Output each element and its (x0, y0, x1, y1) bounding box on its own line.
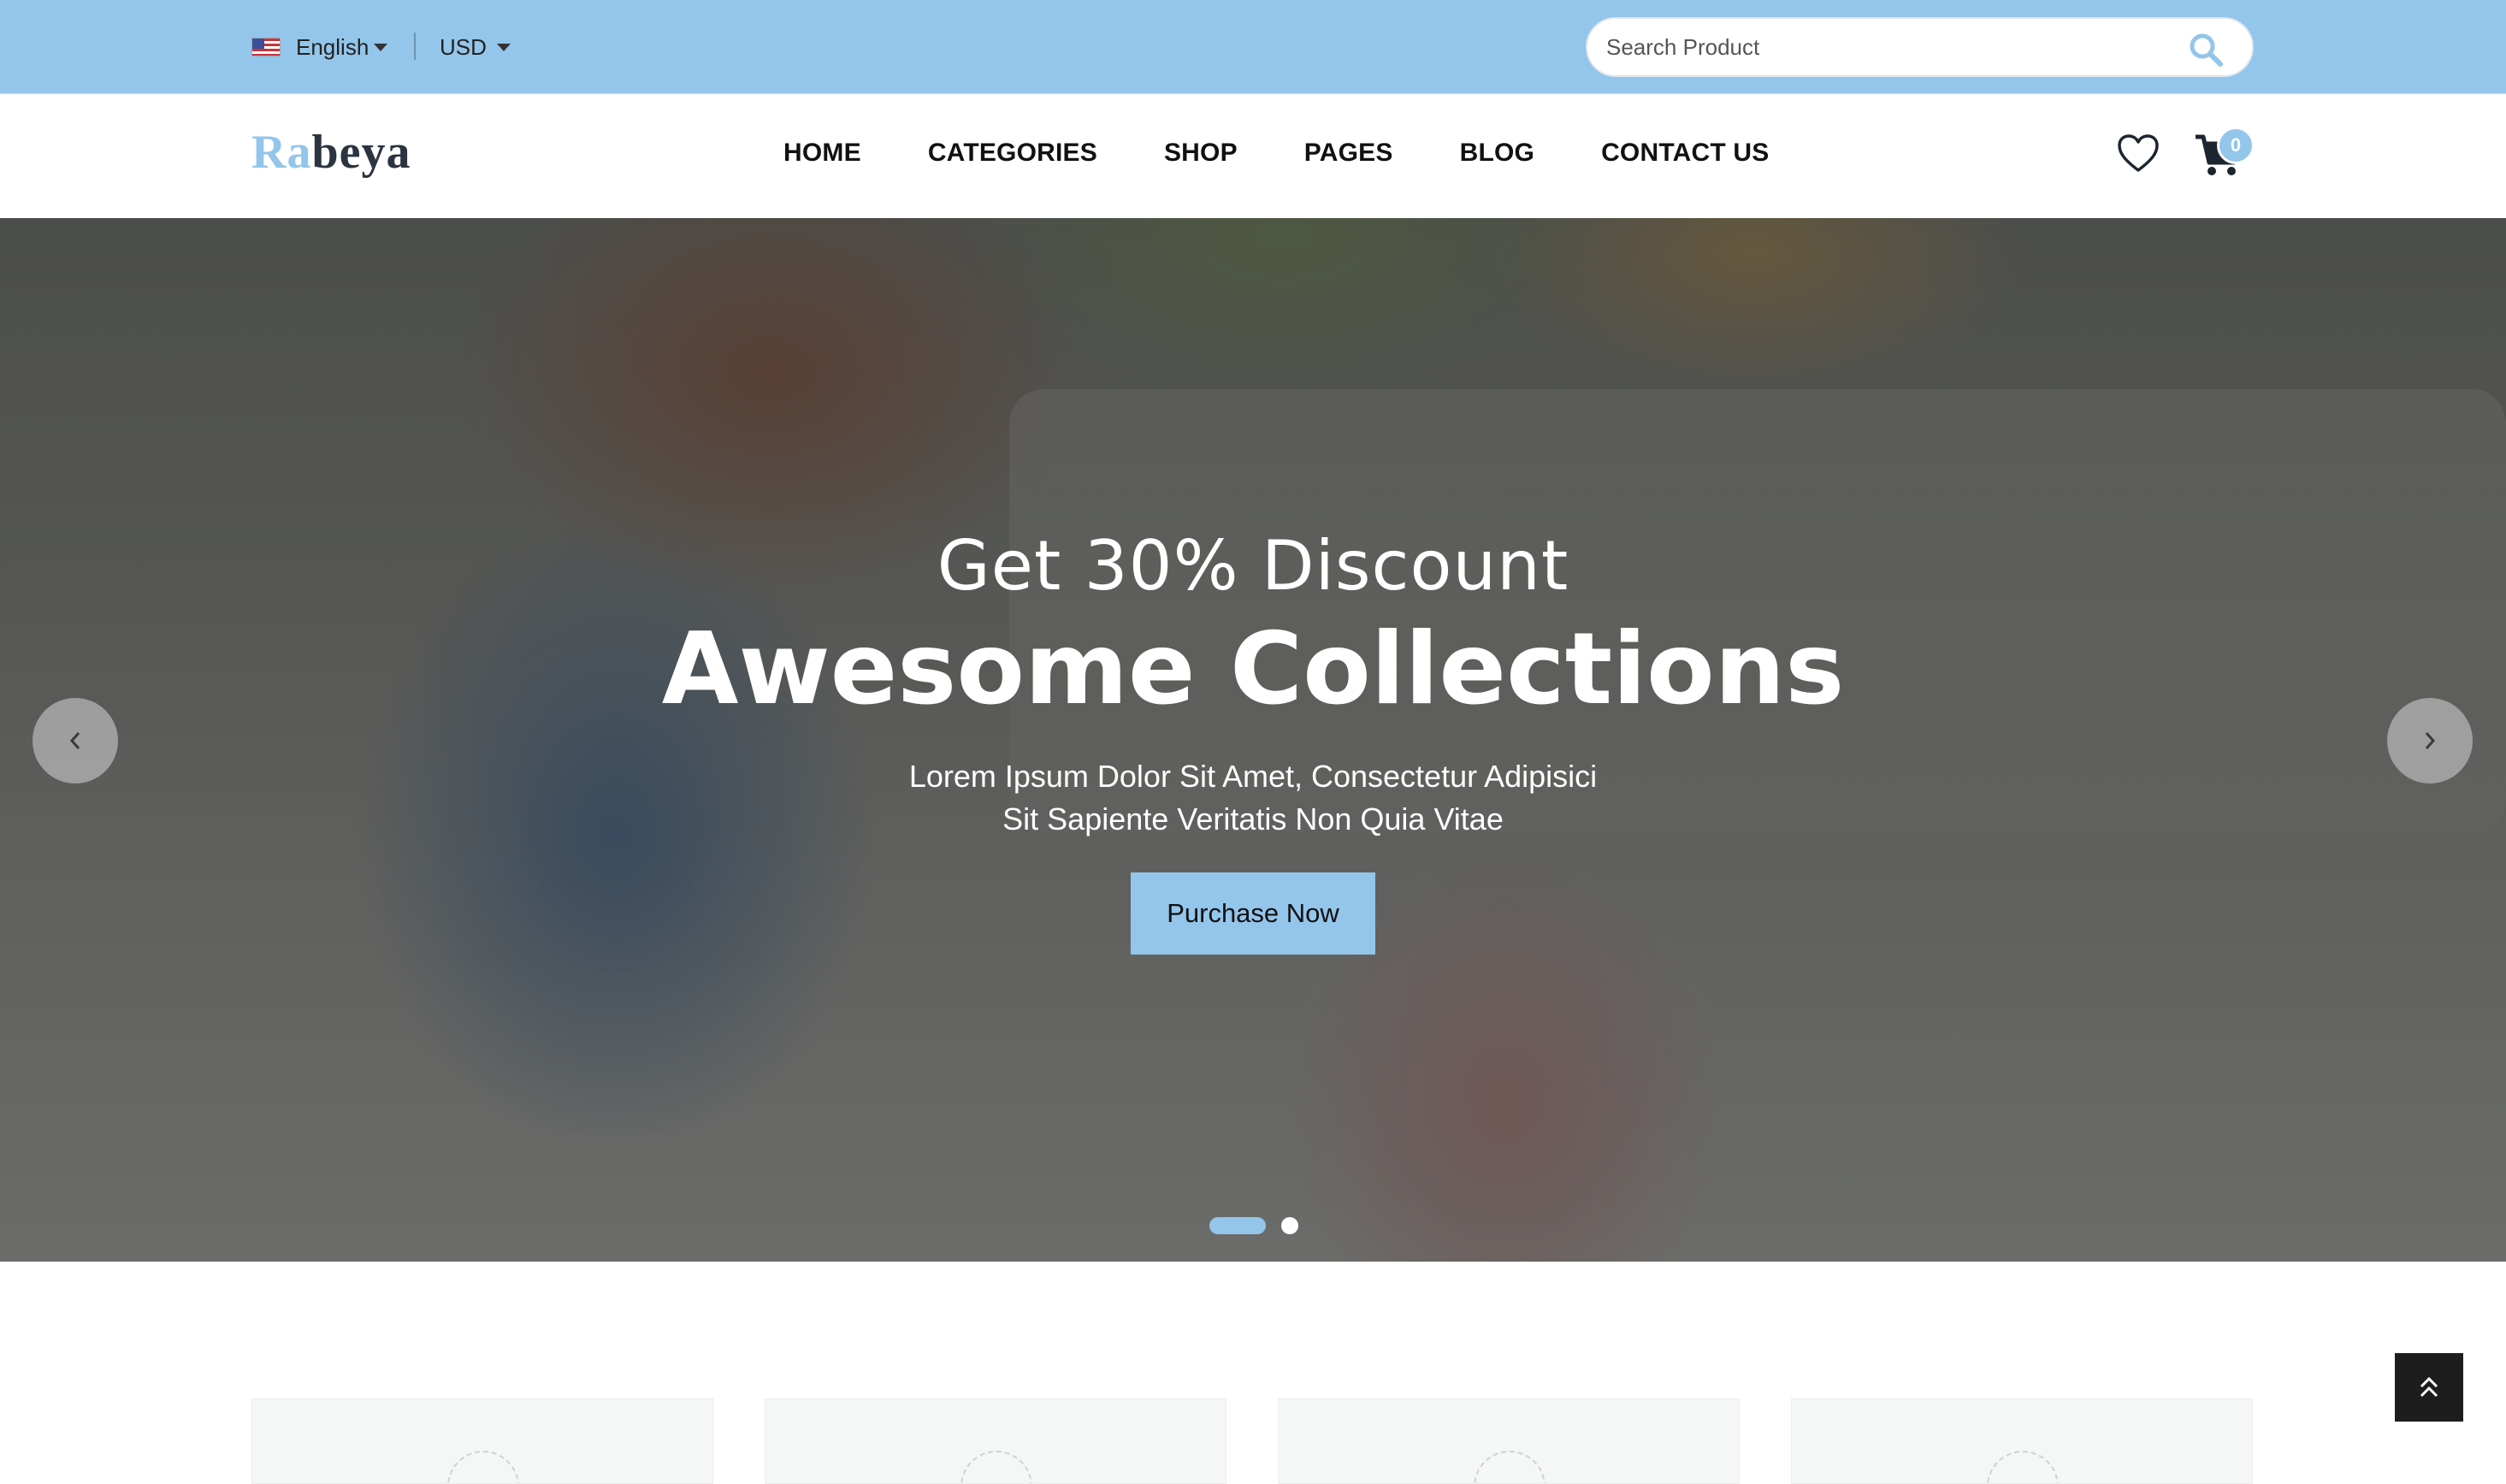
us-flag-icon (251, 38, 281, 56)
site-logo[interactable]: Rabeya (251, 125, 411, 180)
nav-pages[interactable]: PAGES (1304, 139, 1393, 168)
search-input[interactable] (1606, 33, 2154, 61)
feature-card-icon (1474, 1451, 1546, 1483)
feature-card (765, 1398, 1226, 1484)
slider-dot-active[interactable] (1209, 1217, 1266, 1234)
slider-next-button[interactable] (2387, 698, 2473, 783)
language-label: English (296, 33, 369, 60)
hero-description-line: Sit Sapiente Veritatis Non Quia Vitae (1002, 801, 1504, 837)
hero-pre-title: Get 30% Discount (937, 526, 1569, 606)
caret-down-icon (496, 43, 511, 51)
feature-cards (251, 1398, 2253, 1484)
chevron-left-icon (69, 732, 80, 749)
feature-card-icon (960, 1451, 1032, 1483)
heart-icon[interactable] (2116, 132, 2160, 176)
feature-card (1791, 1398, 2253, 1484)
nav-categories[interactable]: CATEGORIES (928, 139, 1097, 168)
hero-slider: Get 30% Discount Awesome Collections Lor… (0, 218, 2506, 1262)
hero-description: Lorem Ipsum Dolor Sit Amet, Consectetur … (0, 755, 2506, 841)
caret-down-icon (374, 43, 388, 51)
feature-card-icon (447, 1451, 519, 1483)
hero-description-line: Lorem Ipsum Dolor Sit Amet, Consectetur … (908, 759, 1598, 794)
feature-card (1278, 1398, 1740, 1484)
hero-title: Awesome Collections (661, 612, 1845, 727)
main-nav: HOME CATEGORIES SHOP PAGES BLOG CONTACT … (783, 139, 1770, 168)
main-header: Rabeya HOME CATEGORIES SHOP PAGES BLOG C… (0, 94, 2506, 218)
cart-count-badge: 0 (2217, 127, 2255, 164)
hero-content: Get 30% Discount Awesome Collections Lor… (0, 218, 2506, 1262)
slider-prev-button[interactable] (33, 698, 118, 783)
feature-card (251, 1398, 713, 1484)
currency-label: USD (440, 33, 487, 60)
logo-text-accent: Ra (251, 126, 312, 179)
chevron-right-icon (2425, 732, 2436, 749)
feature-card-icon (1987, 1451, 2059, 1483)
top-bar: English USD (0, 0, 2506, 94)
language-selector[interactable]: English (251, 33, 388, 62)
double-chevron-up-icon (2420, 1376, 2438, 1398)
slider-dots (1209, 1217, 1298, 1234)
search-box (1586, 17, 2254, 77)
purchase-now-button[interactable]: Purchase Now (1131, 872, 1375, 955)
search-icon[interactable] (2187, 31, 2225, 68)
slider-dot[interactable] (1281, 1217, 1298, 1234)
nav-shop[interactable]: SHOP (1164, 139, 1238, 168)
currency-selector[interactable]: USD (440, 33, 511, 62)
topbar-divider (414, 33, 416, 60)
logo-text-main: beya (311, 126, 411, 179)
nav-home[interactable]: HOME (783, 139, 861, 168)
nav-blog[interactable]: BLOG (1460, 139, 1534, 168)
nav-contact-us[interactable]: CONTACT US (1601, 139, 1769, 168)
back-to-top-button[interactable] (2395, 1353, 2463, 1422)
